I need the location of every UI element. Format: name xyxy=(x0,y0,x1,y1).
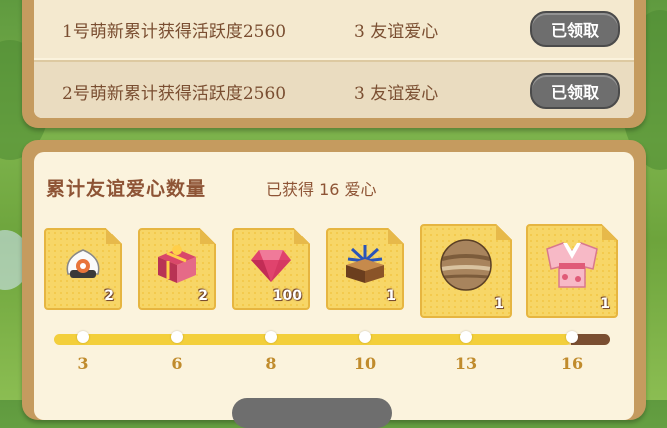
reward-count: 2 xyxy=(104,288,114,304)
card-corner xyxy=(294,228,310,244)
progress-bar xyxy=(54,334,610,345)
milestone-dot xyxy=(566,331,578,343)
reward-count: 1 xyxy=(386,288,396,304)
task-row: 2号萌新累计获得活跃度2560 3 友谊爱心 已领取 xyxy=(34,62,634,118)
task-panel: 1号萌新累计获得活跃度2560 3 友谊爱心 已领取 2号萌新累计获得活跃度25… xyxy=(22,0,646,128)
card-corner xyxy=(602,224,618,240)
cumulative-panel: 累计友谊爱心数量 已获得 16 爱心 2 2 100 1 1 1 3 6 8 1… xyxy=(22,140,646,428)
card-corner xyxy=(496,224,512,240)
milestone-label: 10 xyxy=(353,354,377,373)
milestone-label: 16 xyxy=(560,354,584,373)
milestone-label: 13 xyxy=(454,354,478,373)
reward-count: 1 xyxy=(600,296,610,312)
task-description: 1号萌新累计获得活跃度2560 xyxy=(62,21,287,42)
task-reward: 3 友谊爱心 xyxy=(354,83,439,104)
claimed-button[interactable]: 已领取 xyxy=(530,73,620,109)
reward-card-gem[interactable]: 100 xyxy=(232,228,310,310)
task-list: 1号萌新累计获得活跃度2560 3 友谊爱心 已领取 2号萌新累计获得活跃度25… xyxy=(34,0,634,118)
reward-card-planet-ball[interactable]: 1 xyxy=(420,224,512,318)
bottom-button[interactable] xyxy=(232,398,392,428)
section-title: 累计友谊爱心数量 xyxy=(46,178,207,200)
milestone-label: 3 xyxy=(77,354,89,373)
kimono-icon xyxy=(543,239,601,295)
task-description: 2号萌新累计获得活跃度2560 xyxy=(62,83,287,104)
milestone-dot xyxy=(77,331,89,343)
task-reward: 3 友谊爱心 xyxy=(354,21,439,42)
milestone-label: 8 xyxy=(265,354,277,373)
reward-count: 1 xyxy=(494,296,504,312)
card-corner xyxy=(200,228,216,244)
gem-icon xyxy=(249,244,293,288)
reward-card-rice-ball[interactable]: 2 xyxy=(44,228,122,310)
reward-card-kimono[interactable]: 1 xyxy=(526,224,618,318)
reward-count: 2 xyxy=(198,288,208,304)
rice-ball-icon xyxy=(60,244,106,288)
task-row: 1号萌新累计获得活跃度2560 3 友谊爱心 已领取 xyxy=(34,0,634,58)
milestone-label: 6 xyxy=(171,354,183,373)
cumulative-content: 累计友谊爱心数量 已获得 16 爱心 2 2 100 1 1 1 3 6 8 1… xyxy=(34,152,634,420)
reward-card-gift-box[interactable]: 2 xyxy=(138,228,216,310)
milestone-dot xyxy=(171,331,183,343)
planet-ball-icon xyxy=(438,237,494,297)
obtained-count: 已获得 16 爱心 xyxy=(266,180,377,199)
reward-card-firework-box[interactable]: 1 xyxy=(326,228,404,310)
milestone-dot xyxy=(265,331,277,343)
card-corner xyxy=(106,228,122,244)
reward-count: 100 xyxy=(272,288,302,304)
firework-box-icon xyxy=(340,241,390,291)
card-corner xyxy=(388,228,404,244)
milestone-dot xyxy=(359,331,371,343)
milestone-dot xyxy=(460,331,472,343)
progress-fill xyxy=(54,334,572,345)
claimed-button[interactable]: 已领取 xyxy=(530,11,620,47)
gift-box-icon xyxy=(152,241,202,291)
